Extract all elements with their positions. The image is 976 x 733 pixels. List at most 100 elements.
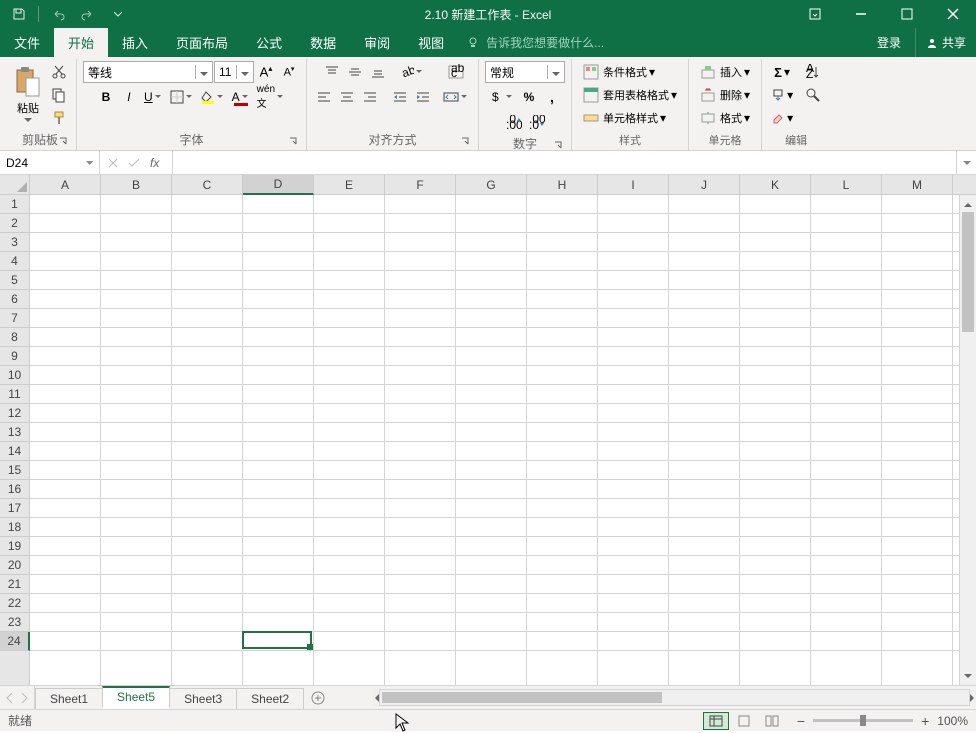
column-header[interactable]: A bbox=[30, 175, 101, 194]
cell-styles-button[interactable]: 单元格样式▾ bbox=[578, 107, 671, 129]
page-break-view-button[interactable] bbox=[759, 712, 785, 730]
zoom-out-button[interactable]: − bbox=[797, 713, 805, 729]
tab-file[interactable]: 文件 bbox=[0, 28, 54, 57]
row-header[interactable]: 10 bbox=[0, 366, 29, 385]
qat-customize-button[interactable] bbox=[105, 1, 131, 27]
increase-decimal-button[interactable]: .0.00 bbox=[503, 111, 525, 133]
align-middle-button[interactable] bbox=[344, 61, 366, 83]
tab-review[interactable]: 审阅 bbox=[350, 28, 404, 57]
row-header[interactable]: 9 bbox=[0, 347, 29, 366]
save-button[interactable] bbox=[6, 1, 32, 27]
align-top-button[interactable] bbox=[321, 61, 343, 83]
tab-formulas[interactable]: 公式 bbox=[242, 28, 296, 57]
name-box[interactable] bbox=[0, 151, 100, 174]
row-header[interactable]: 5 bbox=[0, 271, 29, 290]
align-bottom-button[interactable] bbox=[367, 61, 389, 83]
font-size-combo[interactable]: 11 bbox=[214, 61, 254, 83]
sheet-tab[interactable]: Sheet2 bbox=[236, 688, 304, 709]
column-header[interactable]: F bbox=[385, 175, 456, 194]
share-button[interactable]: 共享 bbox=[915, 28, 976, 57]
format-cells-button[interactable]: 格式▾ bbox=[695, 107, 755, 129]
row-header[interactable]: 21 bbox=[0, 575, 29, 594]
fill-button[interactable]: ▾ bbox=[768, 84, 796, 106]
minimize-button[interactable] bbox=[838, 0, 884, 28]
clipboard-launcher[interactable] bbox=[56, 134, 70, 148]
underline-button[interactable]: U bbox=[141, 86, 166, 108]
row-header[interactable]: 20 bbox=[0, 556, 29, 575]
row-header[interactable]: 17 bbox=[0, 499, 29, 518]
scroll-thumb[interactable] bbox=[382, 692, 662, 703]
row-header[interactable]: 1 bbox=[0, 195, 29, 214]
percent-button[interactable]: % bbox=[518, 86, 540, 108]
decrease-decimal-button[interactable]: .00.0 bbox=[526, 111, 548, 133]
accounting-format-button[interactable]: $ bbox=[487, 86, 517, 108]
login-button[interactable]: 登录 bbox=[863, 28, 915, 57]
scroll-track[interactable] bbox=[960, 212, 976, 668]
undo-button[interactable] bbox=[45, 1, 71, 27]
formula-input[interactable] bbox=[173, 151, 956, 174]
delete-cells-button[interactable]: 删除▾ bbox=[695, 84, 755, 106]
row-header[interactable]: 3 bbox=[0, 233, 29, 252]
row-header[interactable]: 16 bbox=[0, 480, 29, 499]
vertical-scrollbar[interactable] bbox=[959, 195, 976, 685]
copy-button[interactable] bbox=[48, 84, 70, 106]
scroll-right-button[interactable] bbox=[970, 689, 976, 706]
column-header[interactable]: E bbox=[314, 175, 385, 194]
tab-page-layout[interactable]: 页面布局 bbox=[162, 28, 242, 57]
italic-button[interactable]: I bbox=[118, 86, 140, 108]
tab-data[interactable]: 数据 bbox=[296, 28, 350, 57]
column-header[interactable]: J bbox=[669, 175, 740, 194]
tab-home[interactable]: 开始 bbox=[54, 28, 108, 57]
bold-button[interactable]: B bbox=[95, 86, 117, 108]
orientation-button[interactable]: ab bbox=[397, 61, 427, 83]
active-cell[interactable] bbox=[242, 631, 312, 649]
format-painter-button[interactable] bbox=[48, 107, 70, 129]
alignment-launcher[interactable] bbox=[458, 134, 472, 148]
select-all-button[interactable] bbox=[0, 175, 30, 194]
column-header[interactable]: L bbox=[811, 175, 882, 194]
clear-button[interactable]: ▾ bbox=[768, 107, 796, 129]
normal-view-button[interactable] bbox=[703, 712, 729, 730]
wrap-text-button[interactable]: abc bbox=[445, 61, 467, 83]
formula-bar-expand[interactable] bbox=[956, 151, 976, 174]
align-right-button[interactable] bbox=[359, 86, 381, 108]
row-header[interactable]: 14 bbox=[0, 442, 29, 461]
decrease-indent-button[interactable] bbox=[389, 86, 411, 108]
scroll-down-button[interactable] bbox=[960, 668, 976, 685]
phonetic-button[interactable]: wén文 bbox=[254, 86, 288, 108]
conditional-format-button[interactable]: 条件格式▾ bbox=[578, 61, 660, 83]
sheet-tab[interactable]: Sheet5 bbox=[102, 686, 170, 709]
horizontal-scrollbar[interactable] bbox=[373, 686, 976, 709]
tab-insert[interactable]: 插入 bbox=[108, 28, 162, 57]
redo-button[interactable] bbox=[75, 1, 101, 27]
column-header[interactable]: I bbox=[598, 175, 669, 194]
scroll-up-button[interactable] bbox=[960, 195, 976, 212]
number-format-combo[interactable]: 常规 bbox=[485, 61, 565, 83]
row-header[interactable]: 2 bbox=[0, 214, 29, 233]
number-launcher[interactable] bbox=[551, 138, 565, 152]
sheet-nav-next[interactable] bbox=[20, 693, 28, 703]
insert-cells-button[interactable]: 插入▾ bbox=[695, 61, 755, 83]
sheet-tab[interactable]: Sheet1 bbox=[35, 688, 103, 709]
align-center-button[interactable] bbox=[336, 86, 358, 108]
new-sheet-button[interactable] bbox=[303, 686, 333, 709]
decrease-font-button[interactable]: A▾ bbox=[278, 61, 300, 83]
ribbon-options-button[interactable] bbox=[792, 0, 838, 28]
zoom-level[interactable]: 100% bbox=[937, 714, 968, 728]
row-header[interactable]: 15 bbox=[0, 461, 29, 480]
maximize-button[interactable] bbox=[884, 0, 930, 28]
row-header[interactable]: 22 bbox=[0, 594, 29, 613]
increase-indent-button[interactable] bbox=[412, 86, 434, 108]
row-header[interactable]: 13 bbox=[0, 423, 29, 442]
row-header[interactable]: 8 bbox=[0, 328, 29, 347]
column-header[interactable]: C bbox=[172, 175, 243, 194]
sheet-tab[interactable]: Sheet3 bbox=[169, 688, 237, 709]
find-select-button[interactable] bbox=[802, 84, 824, 106]
sort-filter-button[interactable]: AZ bbox=[802, 61, 824, 83]
row-header[interactable]: 7 bbox=[0, 309, 29, 328]
enter-icon[interactable] bbox=[128, 158, 140, 168]
column-header[interactable]: H bbox=[527, 175, 598, 194]
autosum-button[interactable]: Σ▾ bbox=[771, 61, 793, 83]
tab-view[interactable]: 视图 bbox=[404, 28, 458, 57]
column-header[interactable]: M bbox=[882, 175, 953, 194]
